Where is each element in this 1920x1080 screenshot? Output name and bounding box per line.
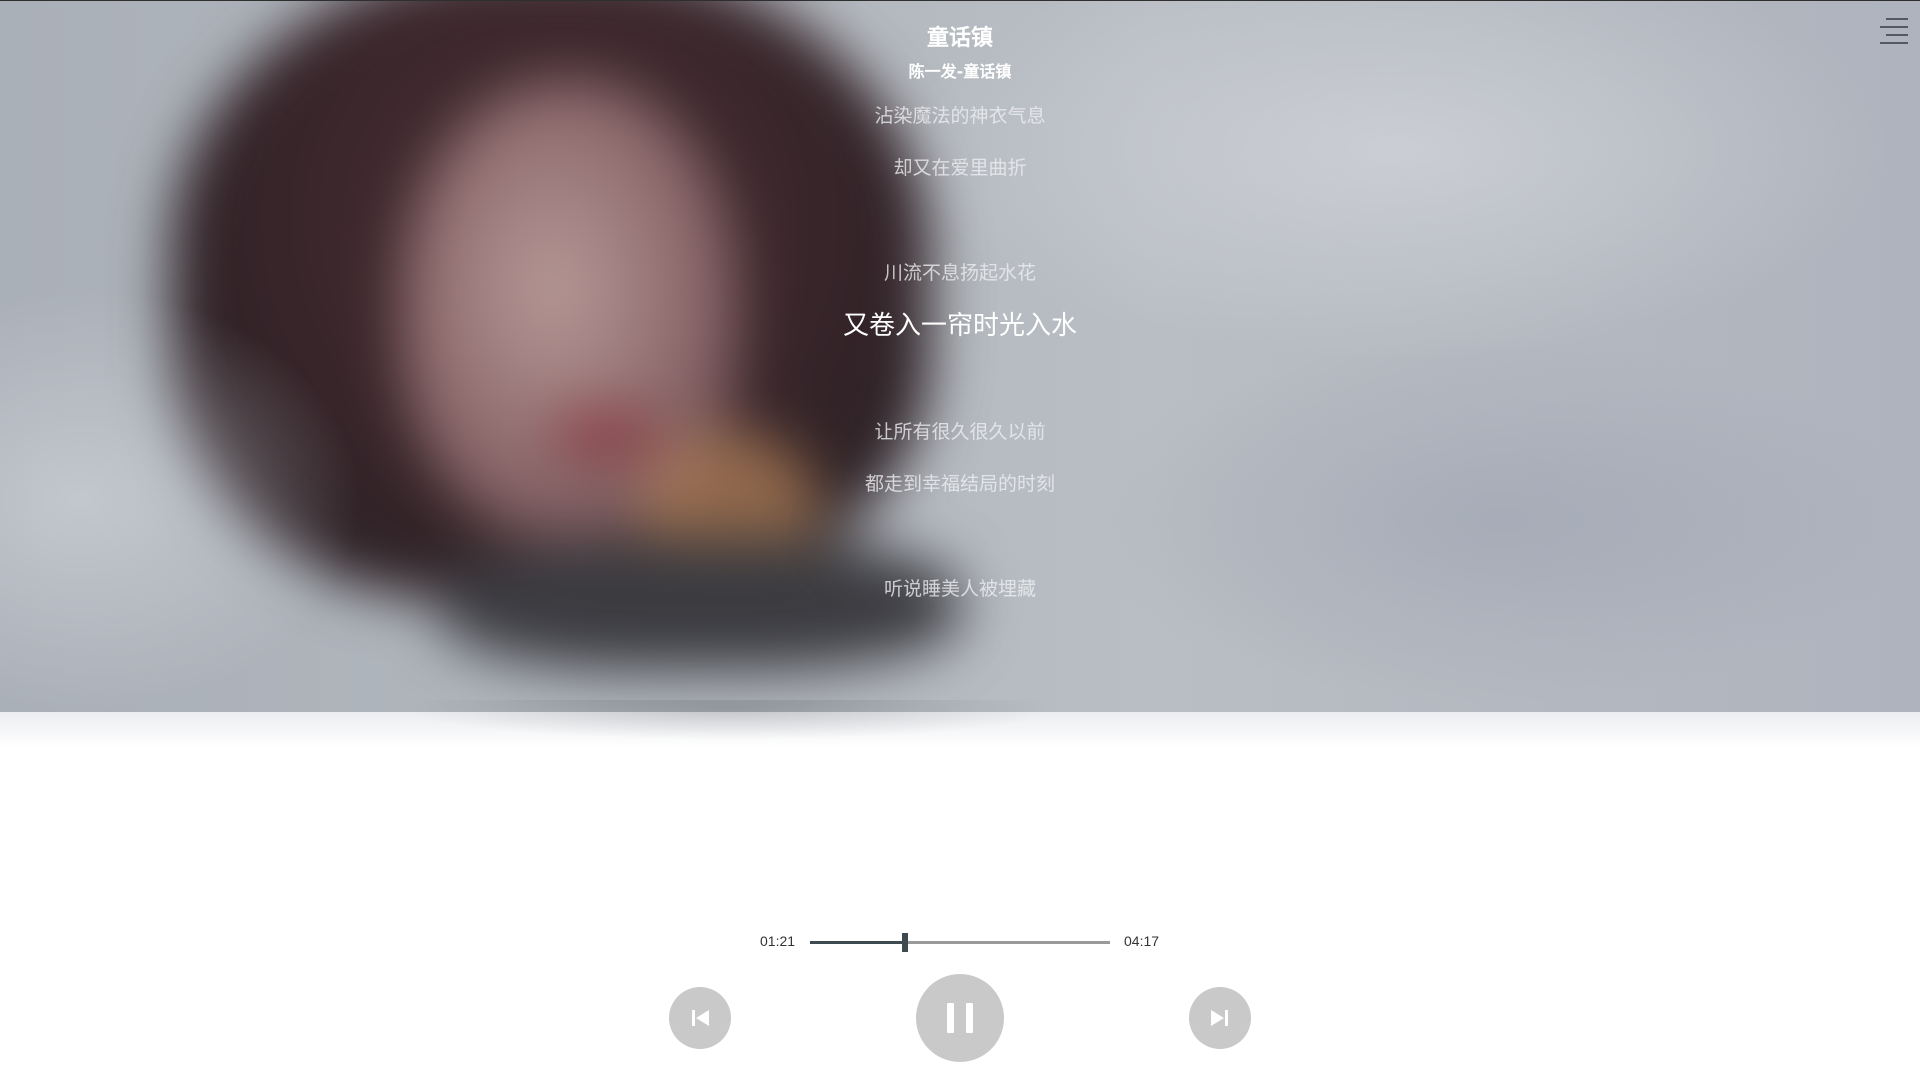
lyric-line: 让所有很久很久以前 (874, 421, 1046, 443)
lyric-line: 川流不息扬起水花 (883, 262, 1036, 284)
music-player: 童话镇 陈一发-童话镇 沾染魔法的神衣气息 却又在爱里曲折 川流不息扬起水花 又… (0, 0, 1920, 1080)
skip-previous-icon (692, 1010, 709, 1026)
song-artist-title: 陈一发-童话镇 (908, 62, 1012, 81)
lyric-line: 沾染魔法的神衣气息 (874, 105, 1046, 127)
skip-next-icon (1211, 1010, 1228, 1026)
progress-bar[interactable] (810, 933, 1110, 952)
total-time: 04:17 (1124, 933, 1160, 949)
backdrop-shadow (400, 700, 1060, 740)
current-time: 01:21 (760, 933, 796, 949)
progress-fill (810, 941, 905, 944)
pause-icon (947, 1003, 973, 1033)
previous-track-button[interactable] (669, 987, 731, 1049)
lyric-line: 听说睡美人被埋藏 (883, 578, 1036, 600)
next-track-button[interactable] (1189, 987, 1251, 1049)
lyric-line: 都走到幸福结局的时刻 (864, 473, 1055, 495)
lyrics-panel[interactable]: 沾染魔法的神衣气息 却又在爱里曲折 川流不息扬起水花 又卷入一帘时光入水 让所有… (0, 96, 1920, 636)
hamburger-menu-icon[interactable] (1878, 16, 1908, 46)
window-top-border (0, 0, 1920, 1)
lyric-line: 却又在爱里曲折 (893, 157, 1027, 179)
song-title: 童话镇 (926, 26, 993, 51)
progress-thumb[interactable] (901, 933, 908, 952)
lyric-line-active: 又卷入一帘时光入水 (842, 311, 1077, 341)
play-pause-button[interactable] (916, 974, 1004, 1062)
